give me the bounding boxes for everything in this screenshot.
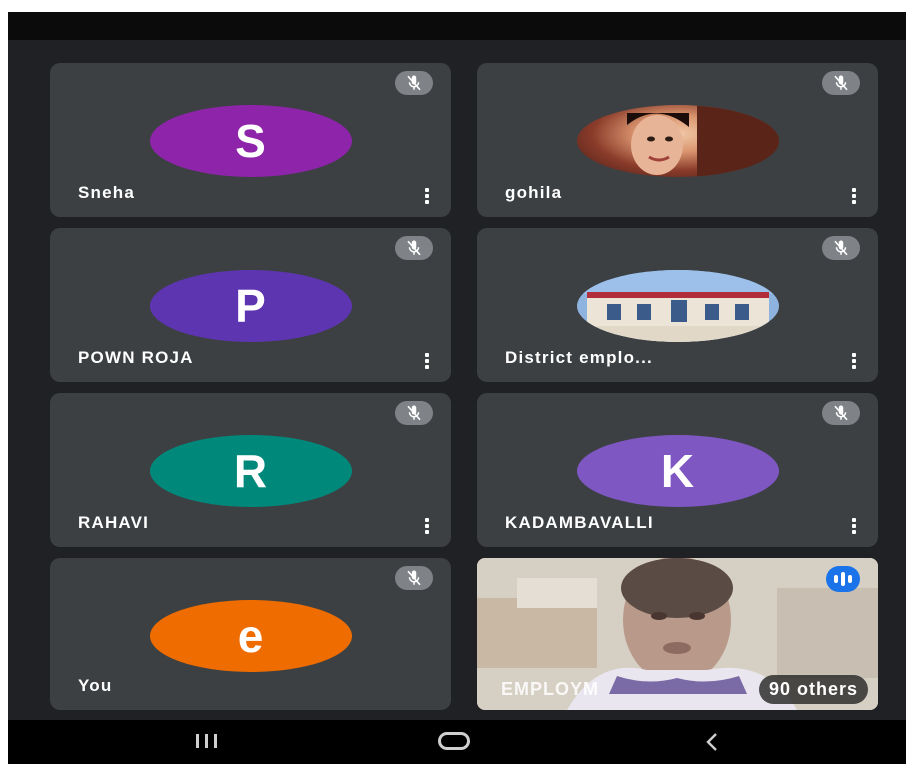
participant-tile[interactable]: R RAHAVI: [50, 393, 451, 547]
avatar: P: [149, 270, 352, 342]
featured-video-tile[interactable]: EMPLOYM 90 others: [477, 558, 878, 710]
more-vert-icon[interactable]: [425, 518, 429, 534]
mic-off-icon: [822, 236, 860, 260]
recents-icon[interactable]: [191, 734, 221, 750]
avatar: K: [576, 435, 779, 507]
avatar-photo: [576, 105, 779, 177]
home-icon[interactable]: [438, 732, 470, 750]
participant-tile[interactable]: P POWN ROJA: [50, 228, 451, 382]
participant-name: RAHAVI: [78, 513, 150, 532]
mic-off-icon: [395, 236, 433, 260]
mic-off-icon: [395, 566, 433, 590]
avatar: e: [149, 600, 352, 672]
participant-name: Sneha: [78, 183, 136, 202]
participant-name: POWN ROJA: [78, 348, 194, 367]
meeting-screen: S Sneha gohila P POWN ROJA District empl…: [8, 12, 906, 764]
participant-name: District emplo...: [505, 348, 653, 367]
avatar: R: [149, 435, 352, 507]
mic-off-icon: [822, 401, 860, 425]
participant-tile[interactable]: K KADAMBAVALLI: [477, 393, 878, 547]
participant-name: EMPLOYM: [501, 679, 600, 699]
navigation-bar: [8, 720, 906, 764]
more-vert-icon[interactable]: [425, 353, 429, 369]
participant-tile[interactable]: District emplo...: [477, 228, 878, 382]
participant-tile[interactable]: S Sneha: [50, 63, 451, 217]
mic-off-icon: [395, 71, 433, 95]
avatar: S: [149, 105, 352, 177]
participant-tile[interactable]: gohila: [477, 63, 878, 217]
status-bar: [8, 12, 906, 40]
participant-name: gohila: [505, 183, 563, 202]
self-tile[interactable]: e You: [50, 558, 451, 710]
mic-off-icon: [395, 401, 433, 425]
back-icon[interactable]: [702, 730, 722, 754]
more-vert-icon[interactable]: [852, 353, 856, 369]
participant-name: KADAMBAVALLI: [505, 513, 654, 532]
more-vert-icon[interactable]: [425, 188, 429, 204]
more-vert-icon[interactable]: [852, 188, 856, 204]
avatar-photo: [576, 270, 779, 342]
others-count-badge[interactable]: 90 others: [758, 675, 868, 704]
audio-level-icon: [826, 566, 860, 592]
participant-name: You: [78, 676, 113, 695]
mic-off-icon: [822, 71, 860, 95]
more-vert-icon[interactable]: [852, 518, 856, 534]
